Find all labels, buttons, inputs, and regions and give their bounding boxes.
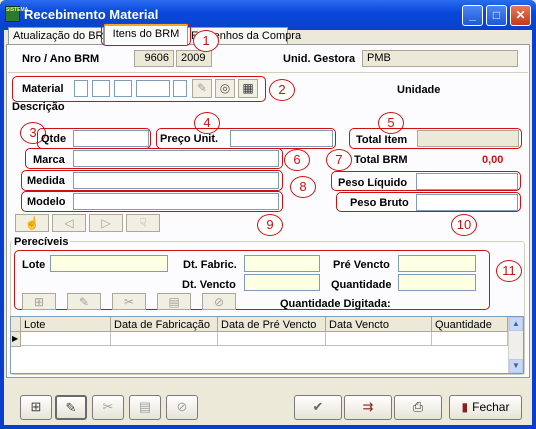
annotation-box-9 — [21, 191, 283, 212]
title-bar: SISTEMA Recebimento Material _ □ ✕ — [0, 0, 536, 30]
fechar-label: Fechar — [472, 400, 510, 414]
previous-record-icon[interactable]: ◁ — [52, 214, 86, 232]
window-title: Recebimento Material — [24, 7, 159, 22]
delete-lote-icon[interactable]: ✂ — [112, 293, 146, 310]
annotation-box-5 — [349, 128, 522, 149]
grid-header-pre-vencto[interactable]: Data de Pré Vencto — [218, 317, 326, 332]
annotation-10: 10 — [451, 214, 477, 236]
separator — [8, 72, 528, 73]
ano-value: 2009 — [176, 50, 212, 67]
annotation-7: 7 — [326, 149, 352, 171]
row-indicator: ▶ — [11, 332, 21, 347]
annotation-11: 11 — [496, 260, 522, 282]
unidade-gestora-label: Unid. Gestora — [283, 53, 356, 65]
new-button[interactable]: ⊞ — [20, 395, 52, 420]
grid-header-quantidade[interactable]: Quantidade — [432, 317, 508, 332]
close-button[interactable]: ✕ — [510, 5, 531, 26]
scroll-up-icon[interactable]: ▲ — [509, 317, 523, 331]
lote-label: Lote — [22, 259, 46, 271]
pereciveis-title: Perecíveis — [12, 236, 71, 248]
annotation-box-3 — [37, 128, 151, 149]
unidade-gestora-value: PMB — [362, 50, 518, 67]
annotation-8: 8 — [290, 176, 316, 198]
grid-cell[interactable] — [21, 332, 111, 346]
annotation-box-8a — [21, 170, 283, 191]
annotation-box-6 — [25, 148, 283, 169]
fechar-button[interactable]: ▮ Fechar — [449, 395, 522, 420]
grid-cell[interactable] — [432, 332, 508, 346]
next-record-icon[interactable]: ▷ — [89, 214, 123, 232]
pre-vencto-input[interactable] — [398, 255, 476, 272]
maximize-button[interactable]: □ — [486, 5, 507, 26]
total-brm-value: 0,00 — [482, 154, 504, 166]
quantidade-input[interactable] — [398, 274, 476, 291]
app-icon: SISTEMA — [5, 6, 28, 22]
pre-vencto-label: Pré Vencto — [333, 259, 390, 271]
delete-button[interactable]: ✂ — [92, 395, 124, 420]
quantidade-digitada-label: Quantidade Digitada: — [280, 298, 391, 310]
lote-input[interactable] — [50, 255, 168, 272]
annotation-box-2 — [12, 76, 266, 102]
annotation-1: 1 — [193, 30, 219, 52]
grid-cell[interactable] — [218, 332, 326, 346]
dt-vencto-input[interactable] — [244, 274, 320, 291]
import-button[interactable]: ⇉ — [344, 395, 392, 420]
nro-value: 9606 — [134, 50, 174, 67]
grid-header-lote[interactable]: Lote — [21, 317, 111, 332]
cancel-lote-icon[interactable]: ⊘ — [202, 293, 236, 310]
unidade-label: Unidade — [397, 84, 441, 96]
add-lote-icon[interactable]: ⊞ — [22, 293, 56, 310]
annotation-box-4 — [156, 128, 336, 149]
grid-corner — [11, 317, 21, 332]
annotation-box-10 — [336, 192, 521, 212]
first-record-icon[interactable]: ☝ — [15, 214, 49, 232]
annotation-box-8b — [331, 171, 521, 191]
last-record-icon[interactable]: ☟ — [126, 214, 160, 232]
annotation-9: 9 — [257, 214, 283, 236]
print-button[interactable]: ⎙ — [394, 395, 442, 420]
scroll-down-icon[interactable]: ▼ — [509, 359, 523, 373]
edit-lote-icon[interactable]: ✎ — [67, 293, 101, 310]
grid-header-fabricacao[interactable]: Data de Fabricação — [111, 317, 218, 332]
total-brm-label: Total BRM — [354, 154, 408, 166]
dt-vencto-label: Dt. Vencto — [182, 279, 236, 291]
grid-header-vencto[interactable]: Data Vencto — [326, 317, 432, 332]
save-lote-icon[interactable]: ▤ — [157, 293, 191, 310]
annotation-6: 6 — [284, 149, 310, 171]
annotation-2: 2 — [269, 79, 295, 101]
tab-atualizacao[interactable]: Atualização do BRM — [8, 27, 113, 44]
minimize-button[interactable]: _ — [462, 5, 483, 26]
descricao-label: Descrição — [12, 101, 65, 113]
save-button[interactable]: ▤ — [129, 395, 161, 420]
edit-button[interactable]: ✎ — [55, 395, 87, 420]
dt-fabric-label: Dt. Fabric. — [183, 259, 237, 271]
grid-cell[interactable] — [111, 332, 218, 346]
door-icon: ▮ — [461, 400, 469, 414]
dt-fabric-input[interactable] — [244, 255, 320, 272]
quantidade-label: Quantidade — [331, 279, 392, 291]
cancel-button[interactable]: ⊘ — [166, 395, 198, 420]
confirm-button[interactable]: ✔ — [294, 395, 342, 420]
nro-ano-label: Nro / Ano BRM — [22, 53, 100, 65]
annotation-box-1 — [101, 23, 191, 46]
grid-cell[interactable] — [326, 332, 432, 346]
